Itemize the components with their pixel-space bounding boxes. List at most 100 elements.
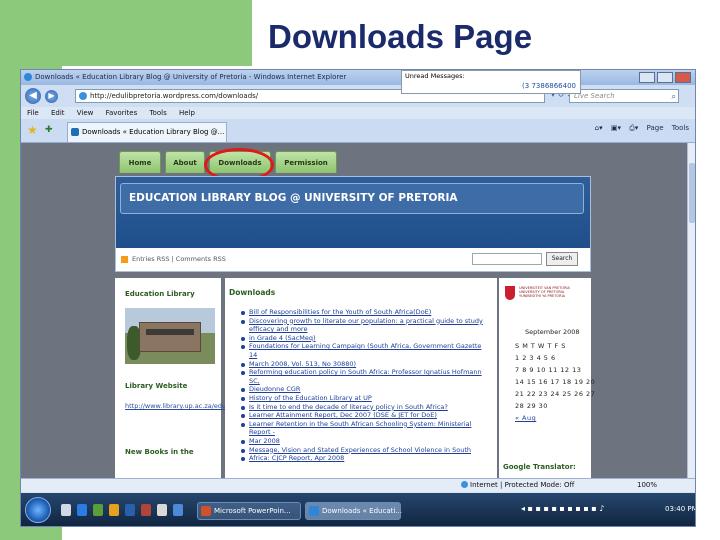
rss-bar: Entries RSS | Comments RSS Search	[116, 248, 590, 271]
google-translator-heading: Google Translator:	[503, 463, 576, 471]
calendar-row: 14 15 16 17 18 19 20	[515, 378, 596, 386]
calendar-month: September 2008	[525, 328, 580, 336]
back-button[interactable]: ◀	[25, 88, 41, 104]
taskbar-powerpoint-label: Microsoft PowerPoin...	[214, 507, 291, 515]
library-website-link[interactable]: http://www.library.up.ac.za/edu/	[125, 402, 228, 410]
menu-help[interactable]: Help	[179, 109, 195, 117]
education-library-heading: Education Library	[125, 290, 195, 298]
nav-permission[interactable]: Permission	[275, 151, 337, 173]
rss-icon	[121, 256, 128, 263]
vertical-scrollbar[interactable]	[687, 143, 695, 478]
menu-view[interactable]: View	[77, 109, 94, 117]
window-title: Downloads « Education Library Blog @ Uni…	[35, 73, 347, 81]
menu-tools[interactable]: Tools	[149, 109, 166, 117]
forward-button[interactable]: ▶	[45, 90, 58, 103]
menu-file[interactable]: File	[27, 109, 39, 117]
downloads-column: Downloads Bill of Responsibilities for t…	[225, 278, 497, 478]
download-link[interactable]: Learner Attainment Report, Dec 2007 (DSE…	[241, 411, 491, 420]
quicklaunch-icon[interactable]	[61, 504, 71, 516]
windows-taskbar: Microsoft PowerPoin... Downloads « Educa…	[21, 493, 695, 526]
menu-favorites[interactable]: Favorites	[106, 109, 138, 117]
download-link[interactable]: Discovering growth to literate our popul…	[241, 317, 491, 334]
download-link[interactable]: Africa: CJCP Report, Apr 2008	[241, 454, 491, 463]
command-bar: ⌂▾ ▣▾ ⎙▾ Page Tools	[589, 124, 689, 133]
menu-edit[interactable]: Edit	[51, 109, 65, 117]
quicklaunch-icon[interactable]	[157, 504, 167, 516]
internet-globe-icon	[461, 481, 468, 488]
wordpress-favicon	[71, 128, 79, 136]
calendar-row: 21 22 23 24 25 26 27	[515, 390, 596, 398]
page-content: Home About Downloads Permission EDUCATIO…	[21, 143, 689, 478]
add-favorites-icon[interactable]: ✚	[45, 125, 53, 135]
download-link[interactable]: in Grade 4 (SacMeq)	[241, 334, 491, 343]
university-crest-icon	[505, 286, 515, 300]
calendar-prev-link[interactable]: « Aug	[515, 414, 536, 422]
page-menu[interactable]: Page	[647, 124, 664, 132]
quicklaunch-icon[interactable]	[109, 504, 119, 516]
ie-icon	[24, 73, 32, 81]
live-search-input[interactable]: Live Search ⌕	[569, 89, 679, 103]
tab-row: ★ ✚ Downloads « Education Library Blog @…	[21, 119, 695, 143]
calendar-row: 7 8 9 10 11 12 13	[515, 366, 582, 374]
download-link[interactable]: Message, Vision and Stated Experiences o…	[241, 446, 491, 455]
print-icon[interactable]: ⎙▾	[629, 124, 638, 132]
download-link[interactable]: Is it time to end the decade of literacy…	[241, 403, 491, 412]
download-link[interactable]: Mar 2008	[241, 437, 491, 446]
calendar-row: 28 29 30	[515, 402, 548, 410]
popup-title: Unread Messages:	[405, 72, 465, 80]
quicklaunch-icon[interactable]	[77, 504, 87, 516]
ie-icon	[309, 506, 319, 516]
minimize-button[interactable]	[639, 72, 655, 83]
download-link[interactable]: Learner Retention in the South African S…	[241, 420, 491, 437]
browser-titlebar: Downloads « Education Library Blog @ Uni…	[21, 70, 695, 85]
calendar-weekdays: S M T W T F S	[515, 342, 566, 350]
quicklaunch-icon[interactable]	[173, 504, 183, 516]
university-name: UNIVERSITEIT VAN PRETORIA UNIVERSITY OF …	[519, 286, 570, 299]
security-zone-text: Internet | Protected Mode: Off	[470, 481, 575, 489]
tools-menu[interactable]: Tools	[672, 124, 689, 132]
blog-title: EDUCATION LIBRARY BLOG @ UNIVERSITY OF P…	[120, 183, 584, 214]
system-tray-icons[interactable]: ◂ ▪ ▪ ▪ ▪ ▪ ▪ ▪ ▪ ▪ ♪	[521, 504, 604, 513]
downloads-heading: Downloads	[229, 288, 276, 297]
building-shape	[139, 322, 201, 352]
taskbar-powerpoint[interactable]: Microsoft PowerPoin...	[197, 502, 301, 520]
nav-home[interactable]: Home	[119, 151, 161, 173]
calendar-row: 1 2 3 4 5 6	[515, 354, 556, 362]
download-link[interactable]: Reforming education policy in South Afri…	[241, 368, 491, 385]
library-photo	[125, 308, 215, 364]
popup-number: (3 7386866400	[522, 82, 576, 90]
search-icon[interactable]: ⌕	[672, 91, 676, 103]
maximize-button[interactable]	[657, 72, 673, 83]
blog-search-button[interactable]: Search	[546, 252, 578, 266]
blog-search-input[interactable]	[472, 253, 542, 265]
unread-messages-popup[interactable]: Unread Messages: (3 7386866400	[401, 70, 581, 94]
favorites-star-icon[interactable]: ★	[27, 123, 38, 137]
close-button[interactable]	[675, 72, 691, 83]
quicklaunch-icon[interactable]	[141, 504, 151, 516]
blog-header: EDUCATION LIBRARY BLOG @ UNIVERSITY OF P…	[115, 176, 591, 272]
status-bar: Internet | Protected Mode: Off 100%	[21, 478, 695, 492]
zoom-level[interactable]: 100%	[637, 479, 657, 492]
address-text: http://edulibpretoria.wordpress.com/down…	[90, 92, 259, 100]
quicklaunch-icon[interactable]	[125, 504, 135, 516]
globe-icon	[79, 92, 87, 100]
browser-screenshot: Downloads « Education Library Blog @ Uni…	[20, 69, 696, 527]
start-button[interactable]	[25, 497, 51, 523]
download-link[interactable]: Dieudonne CGR	[241, 385, 491, 394]
taskbar-browser[interactable]: Downloads « Educati...	[305, 502, 402, 520]
menu-bar: File Edit View Favorites Tools Help	[21, 107, 695, 119]
download-link[interactable]: Bill of Responsibilities for the Youth o…	[241, 308, 491, 317]
download-link[interactable]: History of the Education Library at UP	[241, 394, 491, 403]
clock[interactable]: 03:40 PM	[665, 505, 695, 513]
home-icon[interactable]: ⌂▾	[595, 124, 603, 132]
quicklaunch-icon[interactable]	[93, 504, 103, 516]
scrollbar-thumb[interactable]	[689, 163, 695, 223]
nav-about[interactable]: About	[165, 151, 205, 173]
download-link[interactable]: March 2008, Vol. 513, No 30880)	[241, 360, 491, 369]
browser-tab-label: Downloads « Education Library Blog @...	[82, 128, 225, 136]
rss-links[interactable]: Entries RSS | Comments RSS	[132, 255, 226, 263]
download-link[interactable]: Foundations for Learning Campaign (South…	[241, 342, 491, 359]
browser-tab[interactable]: Downloads « Education Library Blog @...	[67, 122, 227, 142]
library-website-heading: Library Website	[125, 382, 188, 390]
feeds-icon[interactable]: ▣▾	[611, 124, 621, 132]
